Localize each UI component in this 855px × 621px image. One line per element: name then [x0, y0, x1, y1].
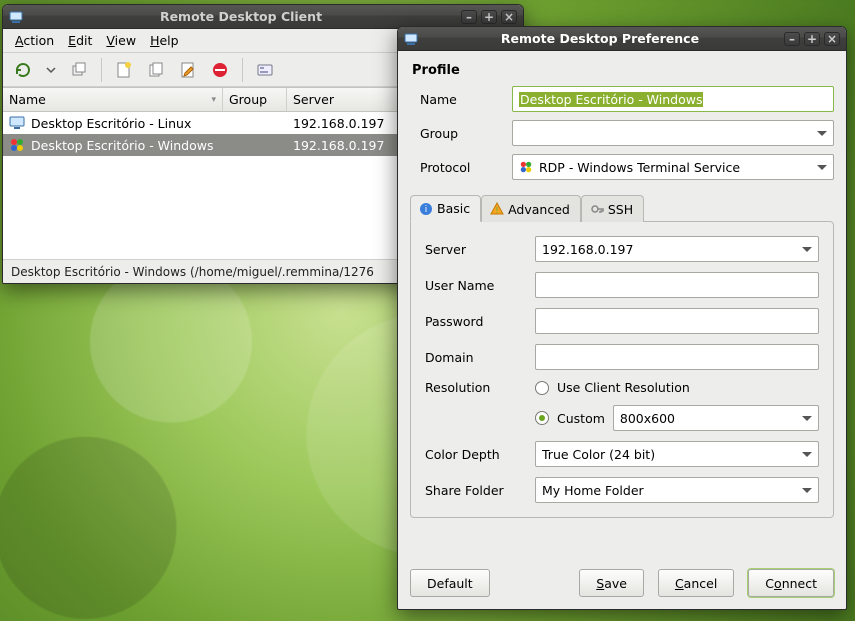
toolbar-separator	[242, 58, 243, 82]
connect-menu-button[interactable]	[41, 56, 61, 84]
name-field[interactable]: Desktop Escritório - Windows	[512, 86, 834, 112]
label-protocol: Protocol	[420, 160, 502, 175]
duplicate-icon[interactable]	[142, 56, 170, 84]
connect-icon[interactable]	[9, 56, 37, 84]
colordepth-combo[interactable]: True Color (24 bit)	[535, 441, 819, 467]
column-name[interactable]: Name ▾	[3, 88, 223, 111]
menu-edit[interactable]: Edit	[62, 31, 98, 50]
menu-action[interactable]: Action	[9, 31, 60, 50]
key-icon	[590, 202, 604, 216]
tab-ssh[interactable]: SSH	[581, 195, 644, 222]
label-password: Password	[425, 314, 523, 329]
maximize-button[interactable]: +	[804, 32, 820, 46]
protocol-combo[interactable]: RDP - Windows Terminal Service	[512, 154, 834, 180]
sharefolder-combo[interactable]: My Home Folder	[535, 477, 819, 503]
edit-icon[interactable]	[174, 56, 202, 84]
tabbar: i Basic ! Advanced SSH	[410, 194, 834, 221]
svg-text:i: i	[425, 205, 428, 215]
sort-indicator-icon: ▾	[211, 95, 216, 105]
close-button[interactable]: ×	[824, 32, 840, 46]
svg-text:!: !	[495, 206, 498, 215]
username-field[interactable]	[535, 272, 819, 298]
cancel-button[interactable]: Cancel	[658, 569, 734, 597]
titlebar[interactable]: Remote Desktop Preference – + ×	[398, 27, 846, 51]
connect-button[interactable]: Connect	[748, 569, 834, 597]
menu-help[interactable]: Help	[144, 31, 185, 50]
toolbar-separator	[101, 58, 102, 82]
monitor-icon	[9, 115, 25, 131]
rdp-icon	[9, 137, 25, 153]
server-field[interactable]: 192.168.0.197	[535, 236, 819, 262]
maximize-button[interactable]: +	[481, 10, 497, 24]
label-server: Server	[425, 242, 523, 257]
tab-basic[interactable]: i Basic	[410, 195, 481, 222]
label-username: User Name	[425, 278, 523, 293]
preferences-icon[interactable]	[251, 56, 279, 84]
password-field[interactable]	[535, 308, 819, 334]
resolution-useclient-radio[interactable]	[535, 381, 549, 395]
label-group: Group	[420, 126, 502, 141]
group-combo[interactable]	[512, 120, 834, 146]
remote-desktop-preference-window: Remote Desktop Preference – + × Profile …	[397, 26, 847, 610]
delete-icon[interactable]	[206, 56, 234, 84]
warning-icon: !	[490, 202, 504, 216]
label-resolution: Resolution	[425, 380, 523, 395]
window-title: Remote Desktop Preference	[426, 31, 784, 46]
save-button[interactable]: Save	[579, 569, 644, 597]
resolution-custom-combo[interactable]: 800x600	[613, 405, 819, 431]
label-domain: Domain	[425, 350, 523, 365]
default-button[interactable]: Default	[410, 569, 490, 597]
profile-heading: Profile	[412, 63, 834, 78]
label-colordepth: Color Depth	[425, 447, 523, 462]
menu-view[interactable]: View	[100, 31, 142, 50]
label-name: Name	[420, 92, 502, 107]
window-title: Remote Desktop Client	[31, 9, 461, 24]
app-icon	[404, 31, 420, 47]
close-button[interactable]: ×	[501, 10, 517, 24]
resolution-custom-radio[interactable]	[535, 411, 549, 425]
minimize-button[interactable]: –	[784, 32, 800, 46]
domain-field[interactable]	[535, 344, 819, 370]
label-sharefolder: Share Folder	[425, 483, 523, 498]
column-group[interactable]: Group	[223, 88, 287, 111]
copy-icon[interactable]	[65, 56, 93, 84]
info-icon: i	[419, 202, 433, 216]
tab-basic-content: Server 192.168.0.197 User Name Password …	[410, 221, 834, 518]
app-icon	[9, 9, 25, 25]
rdp-icon	[519, 160, 533, 174]
tab-advanced[interactable]: ! Advanced	[481, 195, 581, 222]
new-icon[interactable]	[110, 56, 138, 84]
minimize-button[interactable]: –	[461, 10, 477, 24]
